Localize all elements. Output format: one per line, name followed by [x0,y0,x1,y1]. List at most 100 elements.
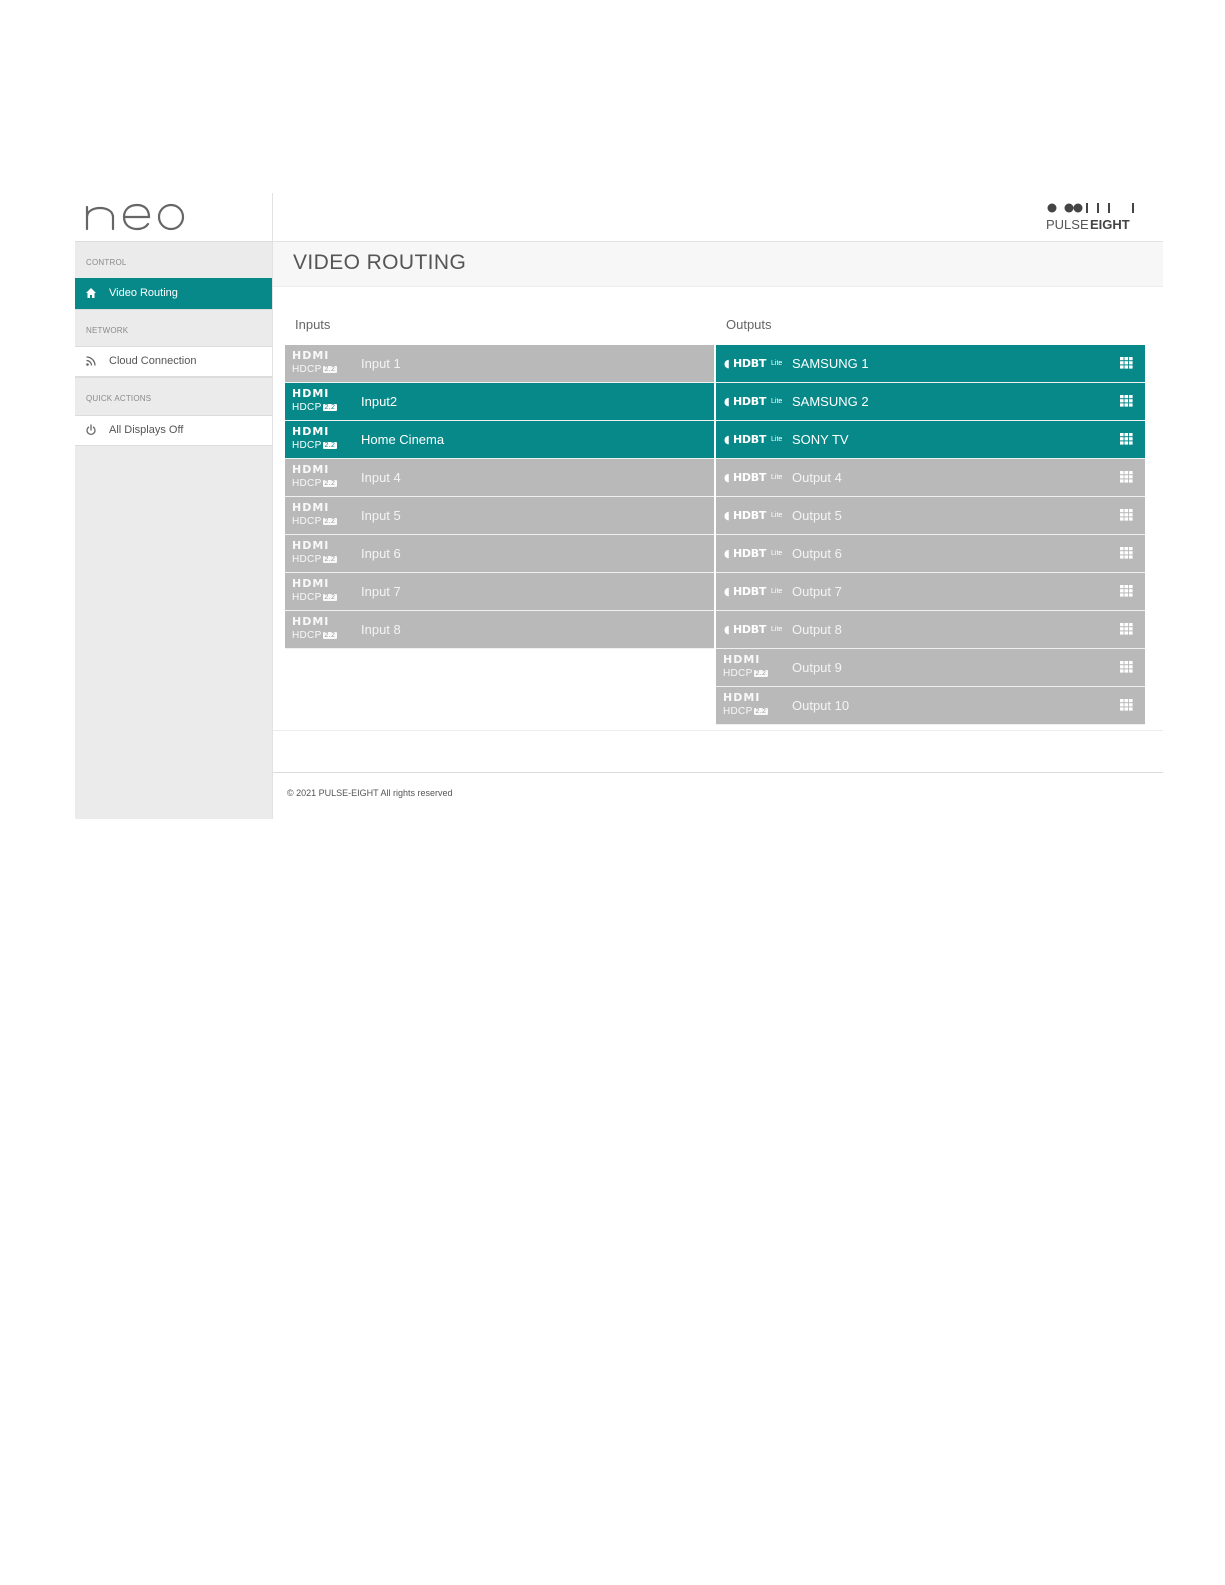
nav-section-control: CONTROL [75,241,272,279]
hdcp-version-badge: 2.2 [322,632,338,639]
hdmi-hdcp-logo: HDMI HDCP 2.2 [723,691,779,721]
input-row[interactable]: HDMI HDCP 2.2 Input 5 [285,497,714,535]
routing-grid-icon[interactable] [1120,433,1133,445]
hdmi-hdcp-logo: HDMI HDCP 2.2 [292,425,348,455]
hdbt-lite-text: Lite [771,436,783,443]
input-row[interactable]: HDMI HDCP 2.2 Input 1 [285,345,714,383]
hdmi-logo-text: HDMI [723,691,761,704]
input-label: Input 6 [361,546,401,561]
output-row[interactable]: HDMI HDCP 2.2 Output 10 [716,687,1145,725]
hdbaset-mark-icon: ◖ [724,395,730,408]
output-row[interactable]: ◖ HDBT Lite Output 6 [716,535,1145,573]
hdbaset-lite-logo: ◖ HDBT Lite [724,623,786,637]
hdbt-lite-text: Lite [771,588,783,595]
input-row[interactable]: HDMI HDCP 2.2 Input 4 [285,459,714,497]
hdbt-lite-text: Lite [771,474,783,481]
output-label: SONY TV [792,432,849,447]
hdbaset-lite-logo: ◖ HDBT Lite [724,395,786,409]
hdcp-logo-text: HDCP 2.2 [292,516,338,527]
input-row[interactable]: HDMI HDCP 2.2 Input2 [285,383,714,421]
hdbaset-mark-icon: ◖ [724,623,730,636]
input-row[interactable]: HDMI HDCP 2.2 Input 8 [285,611,714,649]
input-label: Input 1 [361,356,401,371]
routing-grid-icon[interactable] [1120,547,1133,559]
hdcp-logo-text: HDCP 2.2 [292,402,338,413]
hdmi-logo-text: HDMI [292,387,330,400]
sidebar-item-video-routing[interactable]: Video Routing [75,278,272,309]
home-icon [86,288,96,298]
hdcp-label: HDCP [292,364,322,375]
output-row[interactable]: ◖ HDBT Lite Output 8 [716,611,1145,649]
pulse-eight-logo-mark: PULSE EIGHT [1046,203,1134,232]
input-label: Input 7 [361,584,401,599]
rss-icon [86,356,96,366]
hdbt-logo-text: HDBT [733,623,767,636]
hdbt-lite-text: Lite [771,626,783,633]
hdcp-logo-text: HDCP 2.2 [723,668,769,679]
hdbaset-lite-logo: ◖ HDBT Lite [724,357,786,371]
routing-grid-icon[interactable] [1120,661,1133,673]
output-label: Output 10 [792,698,850,713]
routing-grid-icon[interactable] [1120,623,1133,635]
hdmi-hdcp-logo: HDMI HDCP 2.2 [292,539,348,569]
hdcp-label: HDCP [292,402,322,413]
pulse-eight-logo: PULSE EIGHT [1045,201,1145,233]
input-label: Input 8 [361,622,401,637]
routing-grid-icon[interactable] [1120,357,1133,369]
nav-heading-network: NETWORK [86,326,129,335]
brand-pulse-text: PULSE [1046,217,1089,232]
routing-grid-icon[interactable] [1120,585,1133,597]
input-row[interactable]: HDMI HDCP 2.2 Input 7 [285,573,714,611]
hdmi-logo-text: HDMI [292,425,330,438]
hdbaset-mark-icon: ◖ [724,547,730,560]
inputs-list: HDMI HDCP 2.2 Input 1 HDMI HDCP 2.2 Input2 HDMI H… [285,345,714,649]
hdcp-logo-text: HDCP 2.2 [292,478,338,489]
hdbt-lite-text: Lite [771,360,783,367]
footer-divider [273,772,1163,773]
outputs-heading: Outputs [726,317,772,332]
hdcp-version-badge: 2.2 [322,366,338,373]
hdbaset-lite-logo: ◖ HDBT Lite [724,585,786,599]
routing-grid-icon[interactable] [1120,699,1133,711]
nav-section-network: NETWORK [75,309,272,347]
hdcp-label: HDCP [292,478,322,489]
output-label: Output 4 [792,470,842,485]
output-label: Output 7 [792,584,842,599]
hdcp-logo-text: HDCP 2.2 [292,440,338,451]
hdbaset-lite-logo: ◖ HDBT Lite [724,433,786,447]
hdcp-logo-text: HDCP 2.2 [723,706,769,717]
hdcp-logo-text: HDCP 2.2 [292,364,338,375]
nav-section-quick-actions: QUICK ACTIONS [75,377,272,416]
hdbaset-mark-icon: ◖ [724,471,730,484]
sidebar-item-all-displays-off[interactable]: All Displays Off [75,415,272,446]
output-row[interactable]: HDMI HDCP 2.2 Output 9 [716,649,1145,687]
output-row[interactable]: ◖ HDBT Lite SONY TV [716,421,1145,459]
hdmi-hdcp-logo: HDMI HDCP 2.2 [292,615,348,645]
output-row[interactable]: ◖ HDBT Lite Output 5 [716,497,1145,535]
output-row[interactable]: ◖ HDBT Lite Output 7 [716,573,1145,611]
power-icon [86,424,96,436]
neo-logo-mark [85,203,185,231]
output-label: Output 9 [792,660,842,675]
routing-grid-icon[interactable] [1120,395,1133,407]
input-row[interactable]: HDMI HDCP 2.2 Home Cinema [285,421,714,459]
hdcp-label: HDCP [292,440,322,451]
routing-grid-icon[interactable] [1120,471,1133,483]
hdcp-version-badge: 2.2 [753,708,769,715]
brand-eight-text: EIGHT [1090,217,1130,232]
hdbt-lite-text: Lite [771,512,783,519]
hdbaset-lite-logo: ◖ HDBT Lite [724,471,786,485]
app-window: CONTROL Video Routing NETWORK Cloud Conn… [75,193,1163,819]
output-row[interactable]: ◖ HDBT Lite SAMSUNG 2 [716,383,1145,421]
sidebar-item-cloud-connection[interactable]: Cloud Connection [75,346,272,377]
routing-grid-icon[interactable] [1120,509,1133,521]
input-row[interactable]: HDMI HDCP 2.2 Input 6 [285,535,714,573]
input-label: Input 5 [361,508,401,523]
output-label: Output 6 [792,546,842,561]
output-row[interactable]: ◖ HDBT Lite Output 4 [716,459,1145,497]
hdbt-logo-text: HDBT [733,509,767,522]
output-row[interactable]: ◖ HDBT Lite SAMSUNG 1 [716,345,1145,383]
hdbaset-mark-icon: ◖ [724,585,730,598]
hdcp-version-badge: 2.2 [322,518,338,525]
hdcp-version-badge: 2.2 [322,556,338,563]
